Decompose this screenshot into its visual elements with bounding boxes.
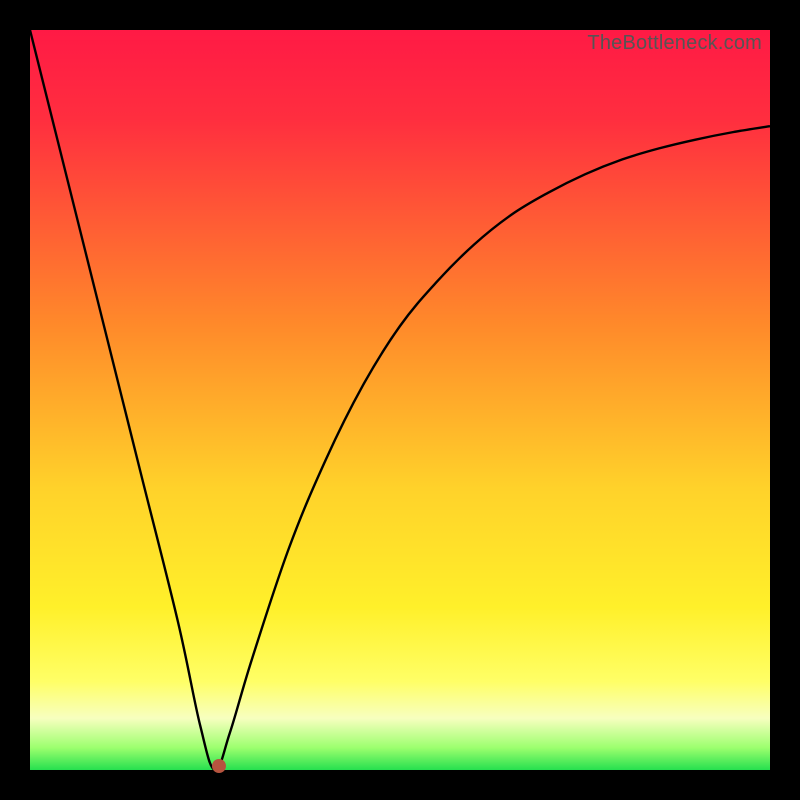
bottleneck-curve (30, 30, 770, 770)
curve-path (30, 30, 770, 770)
chart-frame: TheBottleneck.com (0, 0, 800, 800)
minimum-marker (212, 759, 226, 773)
plot-area: TheBottleneck.com (30, 30, 770, 770)
